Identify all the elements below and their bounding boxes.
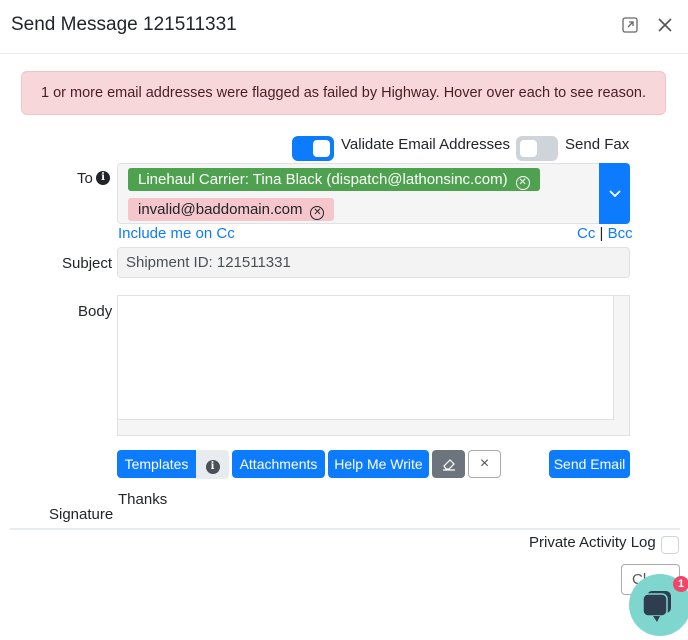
subject-input[interactable]: Shipment ID: 121511331 <box>117 247 630 278</box>
header-divider <box>0 53 688 54</box>
body-text-area[interactable] <box>118 296 614 420</box>
private-activity-log-checkbox[interactable] <box>661 536 679 554</box>
close-icon[interactable] <box>658 18 672 32</box>
private-activity-log-label: Private Activity Log <box>529 534 656 551</box>
body-editor[interactable] <box>117 295 630 436</box>
help-me-write-button[interactable]: Help Me Write <box>328 450 429 478</box>
validate-email-label: Validate Email Addresses <box>341 136 510 153</box>
expand-icon[interactable] <box>622 17 638 33</box>
signature-text: Thanks <box>118 491 168 508</box>
send-fax-toggle[interactable] <box>516 136 558 161</box>
info-icon[interactable]: i <box>96 171 110 185</box>
recipient-dropdown-button[interactable] <box>599 163 630 224</box>
remove-recipient-icon[interactable]: ✕ <box>515 176 530 190</box>
recipient-chip-failed[interactable]: invalid@baddomain.com ✕ <box>128 198 335 221</box>
recipient-text: invalid@baddomain.com <box>138 201 303 218</box>
body-label: Body <box>78 303 113 320</box>
remove-recipient-icon[interactable]: ✕ <box>310 206 325 220</box>
recipient-chip-valid[interactable]: Linehaul Carrier: Tina Black (dispatch@l… <box>128 168 540 191</box>
send-email-button[interactable]: Send Email <box>549 450 630 478</box>
templates-button[interactable]: Templates <box>117 450 196 478</box>
send-fax-label: Send Fax <box>565 136 630 153</box>
subject-label: Subject <box>62 255 113 272</box>
info-icon: i <box>205 460 220 474</box>
templates-info-button[interactable]: i <box>196 450 229 479</box>
include-me-cc-link[interactable]: Include me on Cc <box>118 225 235 242</box>
signature-label: Signature <box>49 506 114 523</box>
attachments-button[interactable]: Attachments <box>232 450 325 478</box>
eraser-icon <box>442 459 455 471</box>
chat-notification-badge: 1 <box>673 576 688 592</box>
clear-button[interactable]: × <box>468 450 501 478</box>
modal-title: Send Message 121511331 <box>11 14 237 35</box>
to-label: To <box>77 170 93 187</box>
bcc-link[interactable]: Bcc <box>608 225 633 242</box>
cc-link[interactable]: Cc <box>577 225 595 242</box>
footer-divider <box>10 528 680 530</box>
eraser-button[interactable] <box>432 450 465 478</box>
to-recipients-input[interactable]: Linehaul Carrier: Tina Black (dispatch@l… <box>117 163 600 224</box>
chevron-down-icon <box>608 190 621 198</box>
validate-email-toggle[interactable] <box>292 136 334 161</box>
failed-email-alert: 1 or more email addresses were flagged a… <box>21 71 666 115</box>
separator: | <box>599 225 604 242</box>
recipient-text: Linehaul Carrier: Tina Black (dispatch@l… <box>138 171 508 188</box>
